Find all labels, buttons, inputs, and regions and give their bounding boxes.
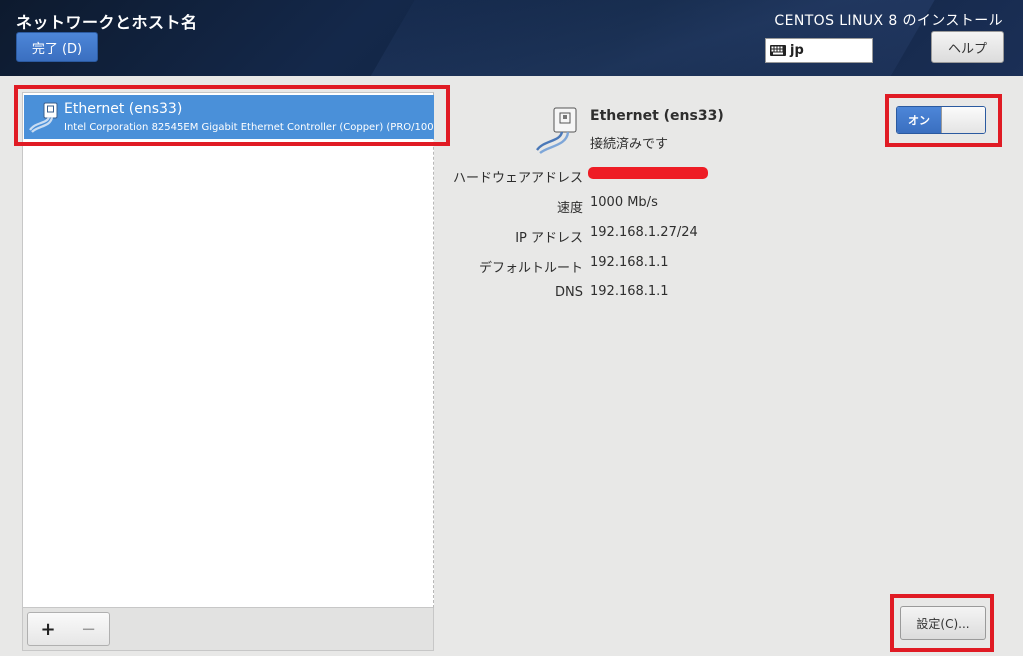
- settings-button[interactable]: 設定(C)...: [900, 606, 986, 640]
- page-title: ネットワークとホスト名: [16, 13, 198, 32]
- toggle-on-label: オン: [897, 107, 941, 133]
- ip-address-label: IP アドレス: [515, 231, 583, 246]
- device-list-item[interactable]: Ethernet (ens33) Intel Corporation 82545…: [24, 95, 434, 139]
- keyboard-layout-label: jp: [790, 43, 804, 58]
- add-device-button[interactable]: +: [27, 612, 69, 646]
- device-list-toolbar: + −: [22, 608, 434, 651]
- remove-device-button[interactable]: −: [68, 612, 110, 646]
- hardware-address-label: ハードウェアアドレス: [452, 171, 583, 186]
- toggle-knob[interactable]: [941, 107, 985, 133]
- speed-label: 速度: [556, 201, 583, 216]
- connection-status: 接続済みです: [590, 137, 669, 152]
- detail-device-name: Ethernet (ens33): [590, 108, 724, 124]
- redacted-hardware-address: [588, 167, 708, 179]
- ethernet-cable-icon: [29, 102, 58, 133]
- device-name: Ethernet (ens33): [64, 101, 183, 117]
- dns-value: 192.168.1.1: [590, 284, 669, 299]
- ethernet-cable-icon: [536, 107, 577, 154]
- connection-toggle[interactable]: オン: [896, 106, 986, 134]
- default-route-label: デフォルトルート: [478, 261, 583, 276]
- default-route-value: 192.168.1.1: [590, 255, 669, 270]
- device-description: Intel Corporation 82545EM Gigabit Ethern…: [64, 122, 434, 133]
- dns-label: DNS: [555, 285, 583, 300]
- install-title: CENTOS LINUX 8 のインストール: [774, 13, 1003, 29]
- speed-value: 1000 Mb/s: [590, 195, 658, 210]
- network-hostname-screen: ネットワークとホスト名 完了 (D) CENTOS LINUX 8 のインストー…: [0, 0, 1023, 656]
- ip-address-value: 192.168.1.27/24: [590, 225, 698, 240]
- done-button[interactable]: 完了 (D): [16, 32, 98, 62]
- help-button[interactable]: ヘルプ: [931, 31, 1004, 63]
- keyboard-icon: [770, 45, 786, 56]
- keyboard-layout-indicator[interactable]: jp: [765, 38, 873, 63]
- header-bar: ネットワークとホスト名 完了 (D) CENTOS LINUX 8 のインストー…: [0, 0, 1023, 76]
- device-list[interactable]: Ethernet (ens33) Intel Corporation 82545…: [22, 92, 434, 608]
